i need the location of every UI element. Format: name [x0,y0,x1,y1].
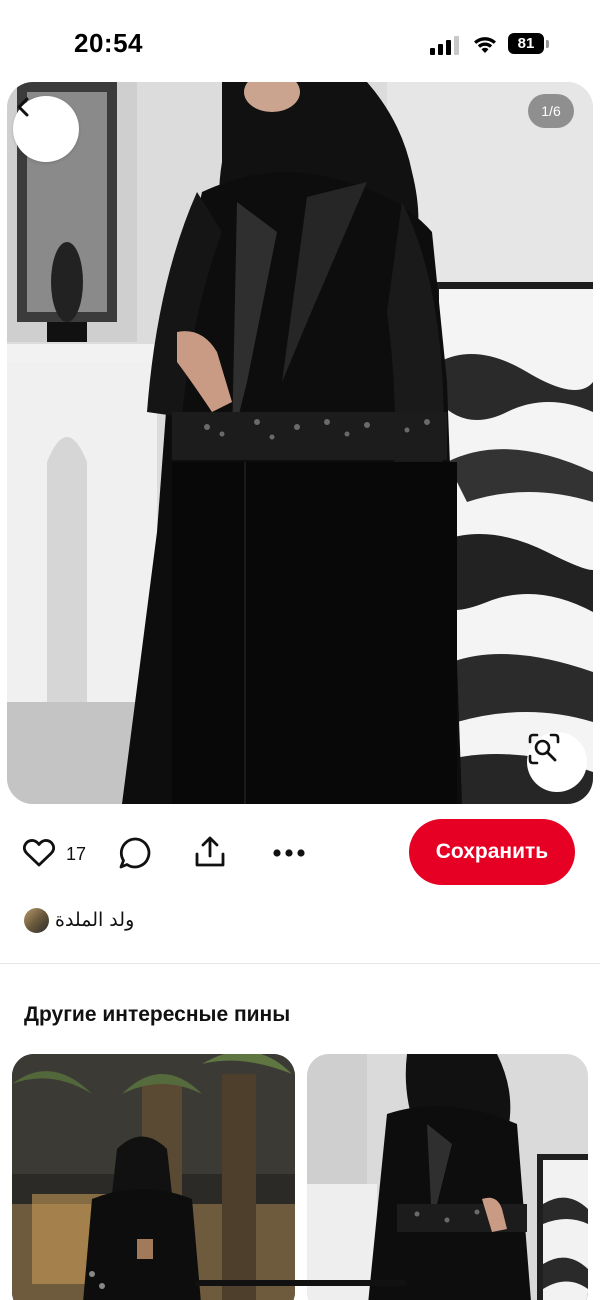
related-pins-title: Другие интересные пины [24,1003,291,1026]
author-row[interactable]: ولد الملدة [24,904,134,936]
signal-icon [430,36,459,55]
comment-icon[interactable] [118,835,154,871]
pin-actions: 17 Сохранить [0,818,600,888]
status-time: 20:54 [74,28,143,58]
like-count: 17 [66,844,87,864]
status-bar: 20:54 81 [0,0,600,82]
wifi-icon [474,37,496,53]
pin-detail-screen: 20:54 81 1/6 17 Сохранить ولد الملدة Дру… [0,0,600,1300]
image-page-counter: 1/6 [528,94,574,128]
pin-image[interactable]: 1/6 [7,82,593,804]
author-name[interactable]: ولد الملدة [55,909,134,931]
share-icon[interactable] [192,834,228,870]
more-icon[interactable] [270,839,308,867]
avatar[interactable] [24,907,49,933]
pin-photo [7,82,593,804]
visual-search-button[interactable] [527,732,587,792]
section-divider [0,963,600,964]
heart-icon[interactable] [22,836,56,870]
battery-icon: 81 [508,33,550,55]
related-pin-image [12,1054,295,1300]
related-pin-image [307,1054,588,1300]
back-button[interactable] [13,96,79,162]
battery-level: 81 [508,33,544,54]
related-pin-card[interactable] [12,1054,295,1300]
home-indicator[interactable] [195,1280,407,1286]
back-arrow-icon [17,97,29,117]
related-pin-card[interactable] [307,1054,588,1300]
save-button[interactable]: Сохранить [409,819,575,885]
visual-search-icon [528,733,560,765]
